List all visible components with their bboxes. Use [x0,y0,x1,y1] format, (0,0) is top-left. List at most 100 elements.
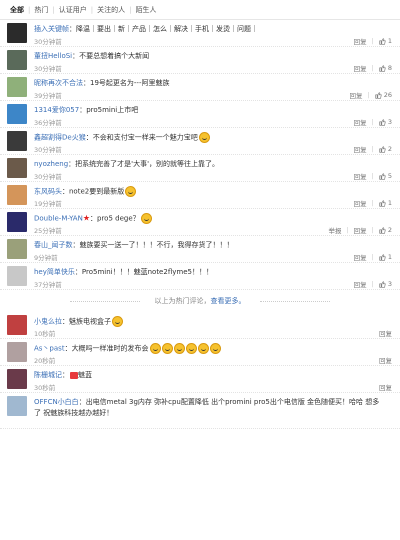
colon: ： [62,317,69,326]
reply-button[interactable]: 回复 [354,198,367,208]
avatar[interactable] [7,212,27,232]
comment-actions: 回复 | 3 [354,117,392,127]
tab-verified[interactable]: 认证用户 [55,5,91,15]
comment-username[interactable]: nyozheng [34,160,68,168]
like-button[interactable]: 8 [379,64,392,72]
tab-following[interactable]: 关注的人 [93,5,129,15]
like-count: 26 [383,91,392,99]
avatar[interactable] [7,342,27,362]
colon: ： [72,241,80,249]
reply-button[interactable]: 回复 [379,355,392,365]
like-button[interactable]: 5 [379,172,392,180]
comment-text: 19号起更名为---阿里魅族 [90,79,170,87]
colon: ： [90,214,97,223]
action-separator: | [371,172,374,180]
smiley-emoji-icon [197,343,209,354]
star-icon: ★ [82,213,90,223]
comment-username[interactable]: OFFCN小白白 [34,398,79,406]
comment-username[interactable]: 1314爱你057 [34,106,79,114]
colon: ： [62,187,69,196]
reply-button[interactable]: 回复 [354,171,367,181]
comment-line: hey简单快乐：Pro5mini！！！魅蓝note2flyme5！！！ [34,267,213,277]
reply-button[interactable]: 回复 [354,225,367,235]
like-button[interactable]: 3 [379,280,392,288]
comment-actions: 回复 | 8 [354,63,392,73]
tab-strangers[interactable]: 陌生人 [131,5,160,15]
report-button[interactable]: 举报 [328,225,341,235]
comment-time: 36分钟前 [34,119,62,127]
comment-row: 董扭HelloSi：不要总想着搞个大新闻 30分钟前 回复 | 8 [0,47,400,74]
view-more-link[interactable]: 查看更多。 [211,297,246,305]
like-count: 3 [387,118,392,126]
like-count: 8 [387,64,392,72]
avatar[interactable] [7,369,27,389]
avatar[interactable] [7,315,27,335]
avatar[interactable] [7,158,27,178]
reply-button[interactable]: 回复 [379,382,392,392]
reply-button[interactable]: 回复 [379,328,392,338]
comment-row: 东风码头：note2要到最新版 19分钟前 回复 | 1 [0,182,400,209]
comment-time: 30分钟前 [34,38,62,46]
comment-username[interactable]: 插入关键帧 [34,25,69,33]
like-button[interactable]: 3 [379,118,392,126]
smiley-emoji-icon [185,343,197,354]
reply-button[interactable]: 回复 [354,279,367,289]
hot-divider: 以上为热门评论，查看更多。 [0,290,400,312]
action-separator: | [371,253,374,261]
avatar[interactable] [7,50,27,70]
comment-actions: 回复 | 1 [354,198,392,208]
action-separator: | [371,37,374,45]
reply-button[interactable]: 回复 [354,117,367,127]
comment-username[interactable]: As丶past [34,345,65,353]
like-button[interactable]: 2 [379,226,392,234]
comment-row: 昵称再次不合法：19号起更名为---阿里魅族 39分钟前 回复 | 26 [0,74,400,101]
comment-line: 东风码头：note2要到最新版 [34,186,137,197]
smiley-emoji-icon [112,316,123,327]
thumb-up-icon [379,37,386,45]
tab-hot[interactable]: 热门 [30,5,52,15]
avatar[interactable] [7,185,27,205]
comment-username[interactable]: 鑫超割得De火猴 [34,134,86,142]
tab-all[interactable]: 全部 [6,5,28,15]
avatar[interactable] [7,396,27,416]
reply-button[interactable]: 回复 [350,90,363,100]
like-button[interactable]: 26 [375,91,392,99]
avatar[interactable] [7,104,27,124]
action-separator: | [371,199,374,207]
comment-username[interactable]: Double-M-YAN [34,215,83,223]
reply-button[interactable]: 回复 [354,36,367,46]
comment-row: 陈栅城记： 魅蓝 30秒前 回复 [0,366,400,393]
comment-username[interactable]: 东风码头 [34,188,62,196]
comment-username[interactable]: 董扭HelloSi [34,52,72,60]
comment-actions: 回复 [379,328,392,338]
comment-actions: 回复 | 5 [354,171,392,181]
comment-line: Double-M-YAN★：pro5 dege？ [34,213,152,224]
thumb-up-icon [375,91,382,99]
smiley-emoji-icon [125,186,137,197]
comment-username[interactable]: hey简单快乐 [34,268,75,276]
like-button[interactable]: 1 [379,253,392,261]
avatar[interactable] [7,239,27,259]
comment-row: 插入关键帧：降温｜要出｜新｜产品｜怎么｜解决｜手机｜发烫｜问题｜ 30分钟前 回复 |… [0,20,400,47]
comment-username[interactable]: 小鬼么拉 [34,318,62,326]
avatar[interactable] [7,266,27,286]
like-button[interactable]: 2 [379,145,392,153]
comment-username[interactable]: 春山_闻子数 [34,241,73,249]
colon: ： [85,133,93,142]
reply-button[interactable]: 回复 [354,144,367,154]
comment-row: 春山_闻子数：魅族要买一送一了！！！不行，我得存货了！！！ 9分钟前 回复 | 1 [0,236,400,263]
comment-line: 1314爱你057：pro5mini上市吧 [34,105,138,115]
avatar[interactable] [7,77,27,97]
comment-username[interactable]: 昵称再次不合法 [34,79,83,87]
like-button[interactable]: 1 [379,37,392,45]
reply-button[interactable]: 回复 [354,63,367,73]
like-button[interactable]: 1 [379,199,392,207]
avatar[interactable] [7,23,27,43]
comment-text: 出电信metal 3g内存 弥补cpu配置降低 出个promini pro5出个… [34,398,380,417]
comment-actions: 回复 | 26 [350,90,392,100]
comment-username[interactable]: 陈栅城记 [34,371,62,379]
comment-time: 30分钟前 [34,65,62,73]
comment-text: pro5 dege？ [97,214,140,223]
avatar[interactable] [7,131,27,151]
reply-button[interactable]: 回复 [354,252,367,262]
